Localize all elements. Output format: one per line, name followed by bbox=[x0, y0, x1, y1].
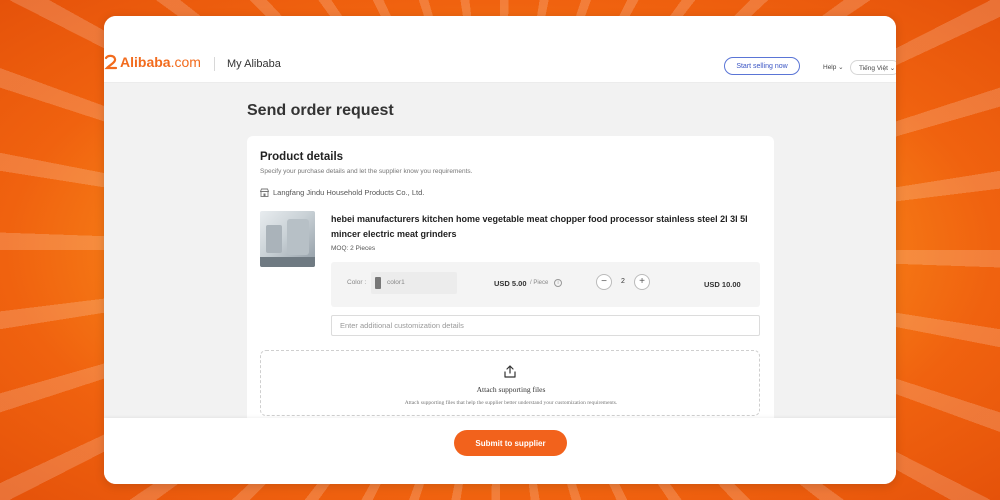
logo-suffix: .com bbox=[170, 54, 201, 70]
shop-icon bbox=[260, 188, 269, 197]
total-price: USD 10.00 bbox=[704, 280, 741, 289]
color-option[interactable] bbox=[371, 272, 457, 294]
help-menu[interactable]: Help ⌄ bbox=[823, 63, 844, 71]
header-divider bbox=[214, 57, 215, 71]
footer-bar: Submit to supplier bbox=[104, 418, 896, 484]
browser-frame: Alibaba .com My Alibaba Start selling now… bbox=[104, 16, 896, 484]
product-title[interactable]: hebei manufacturers kitchen home vegetab… bbox=[331, 212, 761, 242]
logo-text: Alibaba bbox=[120, 54, 171, 70]
quantity-increase-button[interactable]: + bbox=[634, 274, 650, 290]
moq-label: MOQ: 2 Pieces bbox=[331, 245, 376, 252]
attach-subtitle: Attach supporting files that help the su… bbox=[404, 400, 618, 406]
page-title: Send order request bbox=[247, 102, 394, 119]
start-selling-button[interactable]: Start selling now bbox=[724, 57, 800, 75]
submit-to-supplier-button[interactable]: Submit to supplier bbox=[454, 430, 567, 456]
product-image-part bbox=[260, 257, 315, 267]
section-title[interactable]: My Alibaba bbox=[227, 58, 281, 70]
product-image[interactable] bbox=[260, 211, 315, 267]
color-value: color1 bbox=[387, 279, 405, 286]
quantity-decrease-button[interactable]: − bbox=[596, 274, 612, 290]
product-image-part bbox=[266, 225, 282, 253]
customization-input[interactable] bbox=[331, 315, 760, 336]
language-selector[interactable]: Tiếng Việt ⌄ bbox=[850, 60, 896, 75]
alibaba-logo[interactable]: Alibaba .com bbox=[104, 54, 201, 70]
upload-icon bbox=[504, 365, 516, 378]
info-icon[interactable]: i bbox=[554, 279, 562, 287]
color-label: Color : bbox=[347, 279, 367, 286]
attach-files-dropzone[interactable]: Attach supporting files Attach supportin… bbox=[260, 350, 760, 416]
color-thumbnail bbox=[375, 277, 381, 289]
product-details-title: Product details bbox=[260, 151, 344, 163]
quantity-value[interactable]: 2 bbox=[618, 278, 628, 285]
product-details-card: Product details Specify your purchase de… bbox=[247, 136, 774, 426]
supplier-name: Langfang Jindu Household Products Co., L… bbox=[273, 188, 425, 197]
supplier-row[interactable]: Langfang Jindu Household Products Co., L… bbox=[260, 188, 424, 197]
product-image-part bbox=[287, 219, 309, 255]
unit-label: / Piece bbox=[530, 280, 549, 286]
top-navigation-bar: Alibaba .com My Alibaba Start selling now… bbox=[104, 16, 896, 83]
variant-row: Color : color1 USD 5.00 / Piece i − 2 + … bbox=[331, 262, 760, 307]
unit-price: USD 5.00 bbox=[494, 279, 527, 288]
product-details-subtitle: Specify your purchase details and let th… bbox=[260, 168, 473, 175]
attach-title: Attach supporting files bbox=[476, 385, 546, 394]
alibaba-logo-icon bbox=[104, 54, 118, 70]
